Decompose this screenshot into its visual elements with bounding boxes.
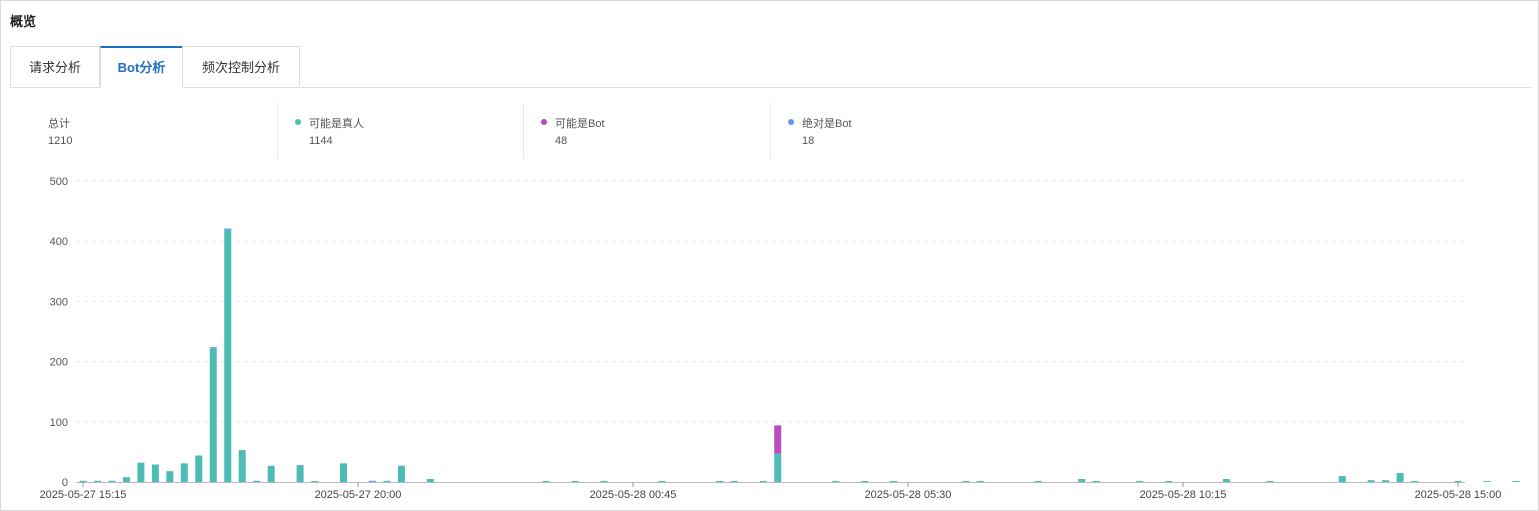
bar	[108, 480, 116, 482]
stat-total-label: 总计	[48, 118, 70, 130]
stat-maybe-bot-value: 48	[555, 135, 568, 147]
stat-divider	[523, 103, 524, 159]
bar	[1382, 480, 1390, 482]
bar	[137, 462, 145, 482]
bar	[267, 465, 275, 482]
legend-dot-icon	[295, 119, 301, 125]
stat-bot-value: 18	[802, 135, 815, 147]
stats-row: 总计 1210 可能是真人 1144 可能是Bot 48 绝对是Bot 18	[0, 103, 1539, 161]
bar	[1078, 478, 1086, 482]
bar	[1165, 481, 1173, 482]
tab-bot-analysis[interactable]: Bot分析	[100, 46, 183, 88]
bar	[976, 481, 984, 482]
bar	[759, 481, 767, 482]
bar	[311, 481, 319, 482]
stat-divider	[770, 103, 771, 159]
bar	[1411, 481, 1419, 482]
y-tick-label: 0	[62, 477, 68, 489]
bar	[571, 481, 579, 482]
x-tick-label: 2025-05-27 20:00	[315, 489, 402, 501]
bar	[962, 481, 970, 482]
tab-rate-control-analysis[interactable]: 频次控制分析	[182, 46, 300, 86]
bar	[890, 481, 898, 482]
bar	[600, 481, 608, 482]
y-tick-label: 100	[50, 417, 68, 429]
y-tick-label: 400	[50, 236, 68, 248]
bar	[224, 229, 232, 482]
bar	[730, 481, 738, 482]
bar	[1338, 475, 1346, 482]
y-tick-label: 200	[50, 357, 68, 369]
stat-bot-label: 绝对是Bot	[802, 118, 852, 130]
legend-dot-icon	[788, 119, 794, 125]
tab-request-analysis[interactable]: 请求分析	[10, 46, 100, 86]
bar	[253, 480, 261, 482]
bar	[1483, 481, 1491, 482]
bar	[151, 464, 159, 482]
bar	[79, 480, 87, 482]
legend-dot-icon	[541, 119, 547, 125]
tab-bar: 请求分析 Bot分析 频次控制分析	[10, 46, 1531, 88]
stat-divider	[277, 103, 278, 159]
stat-total-value: 1210	[48, 135, 73, 147]
x-tick-label: 2025-05-28 10:15	[1140, 489, 1227, 501]
page-title: 概览	[10, 14, 37, 29]
bar	[1222, 478, 1230, 482]
bar	[209, 347, 217, 349]
bar	[426, 478, 434, 482]
bar	[861, 481, 869, 482]
x-tick-label: 2025-05-28 15:00	[1415, 489, 1502, 501]
bar	[1034, 481, 1042, 482]
x-tick-label: 2025-05-28 05:30	[865, 489, 952, 501]
bot-analysis-chart: 0 100 200 300 400 500 2025-05-27 15:15 2025-05-…	[40, 176, 1520, 501]
bar	[166, 471, 174, 482]
bar	[296, 465, 304, 482]
bar	[224, 228, 232, 230]
bar	[1136, 481, 1144, 482]
bar	[832, 481, 840, 482]
bar	[774, 425, 782, 454]
bar	[1266, 481, 1274, 482]
bar	[1367, 480, 1375, 482]
bar	[1396, 472, 1404, 482]
bar	[774, 453, 782, 482]
bar	[209, 348, 217, 482]
bar	[238, 450, 246, 482]
bar	[716, 481, 724, 482]
y-tick-label: 500	[50, 176, 68, 188]
x-tick-label: 2025-05-27 15:15	[40, 489, 127, 501]
bar	[397, 465, 405, 482]
stat-human-label: 可能是真人	[309, 118, 364, 130]
bar	[368, 480, 376, 482]
y-tick-label: 300	[50, 296, 68, 308]
bar	[93, 480, 101, 482]
stat-maybe-bot-label: 可能是Bot	[555, 118, 605, 130]
bar	[542, 481, 550, 482]
bar	[1092, 481, 1100, 482]
bar	[383, 480, 391, 482]
x-tick-label: 2025-05-28 00:45	[590, 489, 677, 501]
bar	[180, 463, 188, 482]
bar	[195, 455, 203, 482]
bar	[1454, 481, 1462, 482]
bar	[122, 477, 130, 482]
stat-human-value: 1144	[309, 135, 333, 147]
bar	[1512, 481, 1520, 482]
bar	[658, 481, 666, 482]
bar	[340, 463, 348, 482]
